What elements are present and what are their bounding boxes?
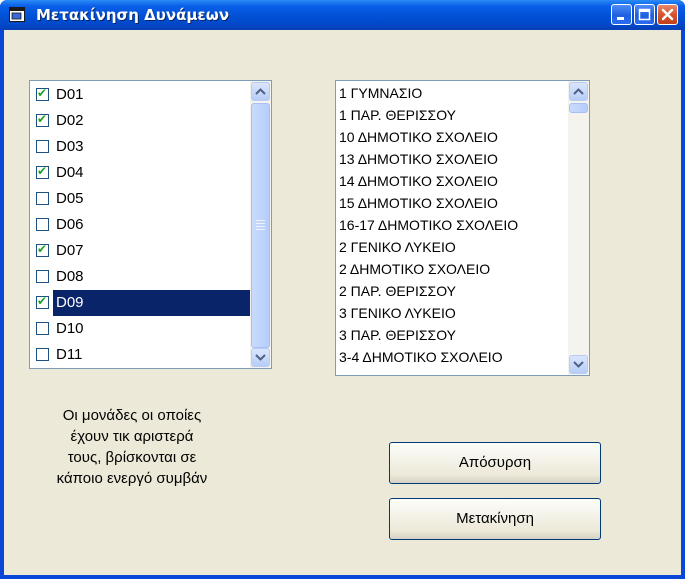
units-list-item-label: D11 — [56, 346, 83, 363]
checkbox-icon[interactable] — [36, 294, 49, 309]
checkbox-icon[interactable] — [36, 218, 49, 231]
locations-scrollbar[interactable] — [568, 81, 589, 375]
maximize-icon — [638, 8, 651, 21]
close-icon — [661, 8, 674, 21]
dialog-body: D01 D02 D03 D04 D05 D06 D07 D08 D09 D10 D11 1 ΓΥΜΝ… — [4, 30, 681, 575]
title-bar[interactable]: Μετακίνηση Δυνάμεων — [0, 0, 685, 30]
units-list-item-label: D09 — [53, 290, 263, 316]
app-window-icon — [9, 7, 25, 22]
units-scrollbar[interactable] — [250, 81, 271, 368]
units-list-item-label: D06 — [56, 216, 84, 233]
locations-list-item[interactable]: 3-4 ΔΗΜΟΤΙΚΟ ΣΧΟΛΕΙΟ — [339, 346, 503, 368]
withdraw-button[interactable]: Απόσυρση — [389, 442, 601, 484]
withdraw-button-label: Απόσυρση — [458, 454, 532, 471]
scroll-up-arrow-icon — [255, 88, 266, 95]
checkbox-icon[interactable] — [36, 164, 49, 179]
info-note-line-3: τους, βρίσκονται σε — [67, 449, 197, 466]
scroll-down-arrow-icon — [573, 361, 584, 368]
checkbox-icon[interactable] — [36, 140, 49, 153]
units-list-item-label: D10 — [56, 320, 84, 337]
scroll-down-arrow-icon — [255, 354, 266, 361]
units-list-item-label: D07 — [56, 242, 84, 259]
locations-list-item[interactable]: 2 ΠΑΡ. ΘΕΡΙΣΣΟΥ — [339, 280, 456, 302]
locations-list-item[interactable]: 15 ΔΗΜΟΤΙΚΟ ΣΧΟΛΕΙΟ — [339, 192, 498, 214]
move-button-label: Μετακίνηση — [456, 510, 534, 527]
locations-list-item[interactable]: 14 ΔΗΜΟΤΙΚΟ ΣΧΟΛΕΙΟ — [339, 170, 498, 192]
units-scroll-up-button[interactable] — [251, 82, 270, 101]
checkbox-icon[interactable] — [36, 348, 49, 361]
locations-list-item[interactable]: 2 ΓΕΝΙΚΟ ΛΥΚΕΙΟ — [339, 236, 456, 258]
info-note-line-1: Οι μονάδες οι οποίες — [62, 407, 202, 424]
units-scroll-thumb[interactable] — [251, 103, 270, 348]
locations-list-item[interactable]: 1 ΓΥΜΝΑΣΙΟ — [339, 82, 422, 104]
units-checklist[interactable]: D01 D02 D03 D04 D05 D06 D07 D08 D09 D10 D11 — [29, 80, 272, 369]
info-note-line-4: κάποιο ενεργό συμβάν — [56, 470, 208, 487]
units-list-item-label: D05 — [56, 190, 84, 207]
checkbox-icon[interactable] — [36, 112, 49, 127]
minimize-button[interactable] — [611, 4, 632, 25]
units-list-item-label: D04 — [56, 164, 84, 181]
app-window: Μετακίνηση Δυνάμεων D01D02D03D04D05D06D0… — [0, 0, 685, 579]
locations-list-item[interactable]: 16-17 ΔΗΜΟΤΙΚΟ ΣΧΟΛΕΙΟ — [339, 214, 518, 236]
locations-list[interactable]: 1 ΓΥΜΝΑΣΙΟ 1 ΠΑΡ. ΘΕΡΙΣΣΟΥ 10 ΔΗΜΟΤΙΚΟ ΣΧΟ… — [335, 80, 590, 376]
locations-scroll-up-button[interactable] — [569, 82, 588, 101]
units-list-item-label: D01 — [56, 86, 84, 103]
checkbox-icon[interactable] — [36, 270, 49, 283]
info-note: Οι μονάδες οι οποίες έχουν τικ αριστερά … — [32, 405, 232, 489]
maximize-button[interactable] — [634, 4, 655, 25]
locations-scroll-thumb[interactable] — [569, 103, 588, 113]
scroll-up-arrow-icon — [573, 88, 584, 95]
locations-list-item[interactable]: 1 ΠΑΡ. ΘΕΡΙΣΣΟΥ — [339, 104, 456, 126]
units-list-item-label: D08 — [56, 268, 84, 285]
locations-list-item[interactable]: 13 ΔΗΜΟΤΙΚΟ ΣΧΟΛΕΙΟ — [339, 148, 498, 170]
checkbox-icon[interactable] — [36, 322, 49, 335]
units-list-item-label: D02 — [56, 112, 84, 129]
units-list-item-label: D03 — [56, 138, 84, 155]
checkbox-icon[interactable] — [36, 242, 49, 257]
window-title: Μετακίνηση Δυνάμεων — [36, 6, 230, 24]
info-note-line-2: έχουν τικ αριστερά — [70, 428, 194, 445]
locations-list-item[interactable]: 3 ΠΑΡ. ΘΕΡΙΣΣΟΥ — [339, 324, 456, 346]
units-scroll-down-button[interactable] — [251, 348, 270, 367]
locations-list-item[interactable]: 3 ΓΕΝΙΚΟ ΛΥΚΕΙΟ — [339, 302, 456, 324]
locations-list-item[interactable]: 2 ΔΗΜΟΤΙΚΟ ΣΧΟΛΕΙΟ — [339, 258, 490, 280]
minimize-icon — [617, 17, 624, 20]
move-button[interactable]: Μετακίνηση — [389, 498, 601, 540]
locations-scroll-down-button[interactable] — [569, 355, 588, 374]
checkbox-icon[interactable] — [36, 192, 49, 205]
close-button[interactable] — [657, 4, 678, 25]
checkbox-icon[interactable] — [36, 86, 49, 101]
locations-list-item[interactable]: 10 ΔΗΜΟΤΙΚΟ ΣΧΟΛΕΙΟ — [339, 126, 498, 148]
